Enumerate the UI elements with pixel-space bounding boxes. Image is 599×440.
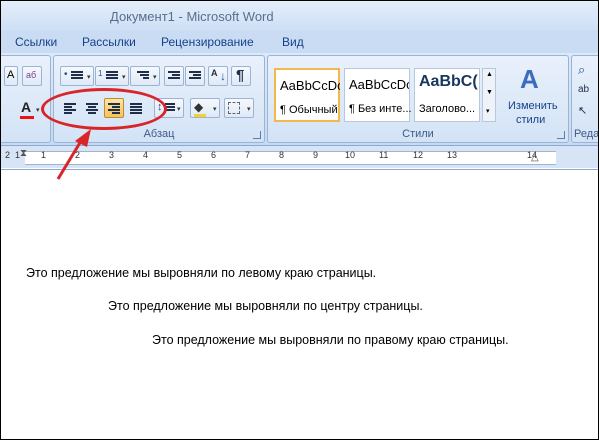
annotation-arrow [56,129,91,180]
word-window: Документ1 - Microsoft Word Ссылки Рассыл… [0,0,599,440]
